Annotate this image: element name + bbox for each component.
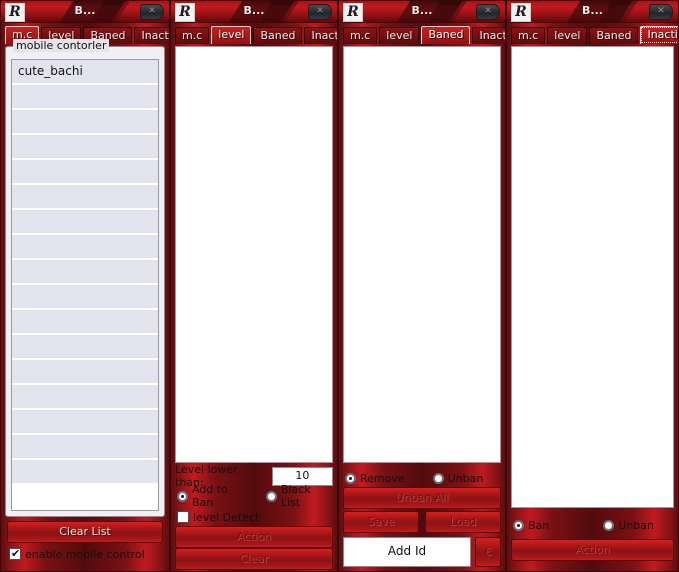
client-area-baned: Remove Unban Unban All Save Load Add Id … bbox=[343, 46, 501, 567]
list-item[interactable] bbox=[12, 85, 158, 110]
title-bar-4[interactable]: R B... ✕ bbox=[507, 1, 678, 23]
close-icon[interactable]: ✕ bbox=[476, 4, 500, 20]
enable-mobile-control-checkbox[interactable]: enable mobile control bbox=[9, 547, 145, 561]
list-item[interactable] bbox=[12, 335, 158, 360]
action-button[interactable]: Action bbox=[175, 526, 333, 548]
inactive-list[interactable] bbox=[511, 46, 674, 508]
radio-unban[interactable]: Unban bbox=[603, 519, 654, 532]
window-baned: R B... ✕ m.c level Baned Inactive Remove… bbox=[338, 0, 506, 572]
title-bar-2[interactable]: R B... ✕ bbox=[171, 1, 337, 23]
tab-mc[interactable]: m.c bbox=[175, 27, 210, 44]
tab-inactive[interactable]: Inactive bbox=[134, 27, 169, 44]
add-id-button[interactable]: € bbox=[475, 537, 501, 567]
list-item[interactable] bbox=[12, 410, 158, 435]
window-mobile-controller: R B... ✕ m.c level Baned Inactive mobile… bbox=[0, 0, 170, 572]
radio-ban-label: Ban bbox=[528, 519, 550, 532]
list-item[interactable] bbox=[12, 435, 158, 460]
close-icon[interactable]: ✕ bbox=[308, 4, 332, 20]
level-detect-checkbox[interactable]: level Detect bbox=[177, 511, 259, 524]
radio-remove[interactable]: Remove bbox=[345, 472, 405, 485]
save-button[interactable]: Save bbox=[343, 511, 419, 533]
list-item[interactable] bbox=[12, 185, 158, 210]
radio-unban-label: Unban bbox=[447, 472, 484, 485]
clear-list-button[interactable]: Clear List bbox=[7, 521, 163, 543]
list-item[interactable] bbox=[12, 360, 158, 385]
tab-baned[interactable]: Baned bbox=[589, 27, 639, 44]
list-item[interactable] bbox=[12, 235, 158, 260]
list-item[interactable] bbox=[12, 135, 158, 160]
radio-icon bbox=[513, 520, 524, 531]
radio-icon bbox=[177, 490, 188, 502]
list-item[interactable] bbox=[12, 260, 158, 285]
checkbox-icon bbox=[9, 547, 21, 560]
title-bar-3[interactable]: R B... ✕ bbox=[339, 1, 505, 23]
action-button[interactable]: Action bbox=[511, 539, 674, 561]
inactive-mode-radio-group: Ban Unban bbox=[513, 519, 674, 532]
tab-strip-2: m.c level Baned Inactive bbox=[171, 23, 337, 44]
tab-strip-4: m.c level Baned Inactive bbox=[507, 23, 678, 44]
title-bar-1[interactable]: R B... ✕ bbox=[1, 1, 169, 23]
list-item[interactable]: cute_bachi bbox=[12, 60, 158, 85]
group-label: mobile contorler bbox=[13, 39, 110, 52]
tab-level[interactable]: level bbox=[211, 26, 252, 44]
list-item[interactable] bbox=[12, 110, 158, 135]
list-item[interactable] bbox=[12, 285, 158, 310]
ban-mode-radio-group: Add to Ban Black List bbox=[177, 483, 333, 509]
baned-mode-radio-group: Remove Unban bbox=[345, 472, 501, 485]
radio-remove-label: Remove bbox=[360, 472, 405, 485]
mobile-controller-group: mobile contorler cute_bachi bbox=[5, 39, 165, 517]
load-button[interactable]: Load bbox=[425, 511, 501, 533]
radio-black-list-label: Black List bbox=[280, 483, 311, 509]
clear-button[interactable]: Clear bbox=[175, 548, 333, 570]
radio-icon bbox=[603, 520, 615, 531]
radio-ban[interactable]: Ban bbox=[513, 519, 549, 532]
list-item[interactable] bbox=[12, 160, 158, 185]
client-area-inactive: Ban Unban Action bbox=[511, 46, 674, 567]
list-item[interactable] bbox=[12, 460, 158, 485]
radio-icon bbox=[266, 490, 277, 502]
radio-icon bbox=[432, 473, 444, 484]
radio-unban[interactable]: Unban bbox=[432, 472, 484, 485]
add-id-input[interactable]: Add Id bbox=[343, 537, 471, 567]
client-area-level: Level lower than: 10 Add to Ban Black Li… bbox=[175, 46, 333, 570]
tab-inactive[interactable]: Inactive bbox=[304, 27, 337, 44]
tab-level[interactable]: level bbox=[547, 27, 588, 44]
radio-add-to-ban-label: Add to Ban bbox=[191, 483, 228, 509]
level-detect-label: level Detect bbox=[193, 510, 260, 524]
tab-mc[interactable]: m.c bbox=[511, 27, 546, 44]
mobile-controller-list[interactable]: cute_bachi bbox=[11, 59, 159, 511]
baned-list[interactable] bbox=[343, 46, 501, 463]
radio-add-to-ban[interactable]: Add to Ban bbox=[177, 483, 252, 509]
application-root: R B... ✕ m.c level Baned Inactive mobile… bbox=[0, 0, 679, 572]
tab-inactive[interactable]: Inactive bbox=[640, 26, 678, 44]
tab-mc[interactable]: m.c bbox=[343, 27, 378, 44]
list-item[interactable] bbox=[12, 210, 158, 235]
unban-all-button[interactable]: Unban All bbox=[343, 487, 501, 509]
radio-icon bbox=[345, 473, 356, 484]
window-level: R B... ✕ m.c level Baned Inactive Level … bbox=[170, 0, 338, 572]
enable-mobile-control-label: enable mobile control bbox=[25, 547, 145, 561]
window-inactive: R B... ✕ m.c level Baned Inactive Ban Un… bbox=[506, 0, 679, 572]
tab-baned[interactable]: Baned bbox=[253, 27, 303, 44]
client-area-mc: mobile contorler cute_bachi Clear List ✔… bbox=[5, 39, 165, 567]
close-icon[interactable]: ✕ bbox=[140, 4, 164, 20]
list-item[interactable] bbox=[12, 385, 158, 410]
radio-unban-label: Unban bbox=[618, 519, 654, 532]
tab-baned[interactable]: Baned bbox=[421, 26, 471, 44]
tab-strip-3: m.c level Baned Inactive bbox=[339, 23, 505, 44]
level-list[interactable] bbox=[175, 46, 333, 463]
checkbox-icon bbox=[177, 511, 189, 523]
tab-inactive[interactable]: Inactive bbox=[472, 27, 505, 44]
list-item[interactable] bbox=[12, 310, 158, 335]
radio-black-list[interactable]: Black List bbox=[266, 483, 333, 509]
tab-level[interactable]: level bbox=[379, 27, 420, 44]
close-icon[interactable]: ✕ bbox=[649, 4, 673, 20]
